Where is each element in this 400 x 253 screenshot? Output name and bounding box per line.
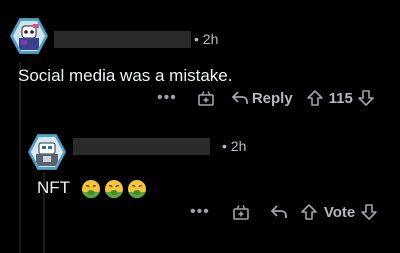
username-redacted bbox=[54, 31, 191, 48]
vote-score: 115 bbox=[328, 89, 353, 107]
nauseated-face-icon bbox=[128, 179, 147, 198]
comment-text: Social media was a mistake. bbox=[18, 66, 233, 85]
nauseated-face-icon bbox=[105, 179, 124, 198]
upvote-icon[interactable] bbox=[300, 203, 318, 221]
comment-actions: ••• Reply 115 bbox=[157, 88, 375, 108]
award-icon[interactable] bbox=[197, 89, 215, 107]
more-options-button[interactable]: ••• bbox=[157, 89, 177, 107]
reply-icon[interactable] bbox=[231, 90, 249, 106]
emoji-group bbox=[78, 178, 147, 198]
thread-line bbox=[19, 120, 21, 253]
comment-text: NFT bbox=[37, 178, 147, 199]
downvote-icon[interactable] bbox=[360, 203, 378, 221]
comment-timestamp: • 2h bbox=[222, 138, 247, 154]
comment-timestamp: • 2h bbox=[194, 31, 219, 47]
username-redacted bbox=[73, 138, 210, 155]
user-avatar[interactable] bbox=[10, 18, 48, 54]
downvote-icon[interactable] bbox=[357, 89, 375, 107]
reply-button[interactable]: Reply bbox=[252, 90, 293, 107]
vote-label: Vote bbox=[323, 203, 356, 221]
reply-icon[interactable] bbox=[270, 204, 288, 220]
comment-actions: ••• Vote bbox=[190, 202, 378, 222]
award-icon[interactable] bbox=[232, 203, 250, 221]
comment-text-content: NFT bbox=[37, 178, 70, 197]
upvote-icon[interactable] bbox=[306, 89, 324, 107]
more-options-button[interactable]: ••• bbox=[190, 203, 210, 221]
nauseated-face-icon bbox=[82, 179, 101, 198]
user-avatar[interactable] bbox=[28, 134, 66, 170]
